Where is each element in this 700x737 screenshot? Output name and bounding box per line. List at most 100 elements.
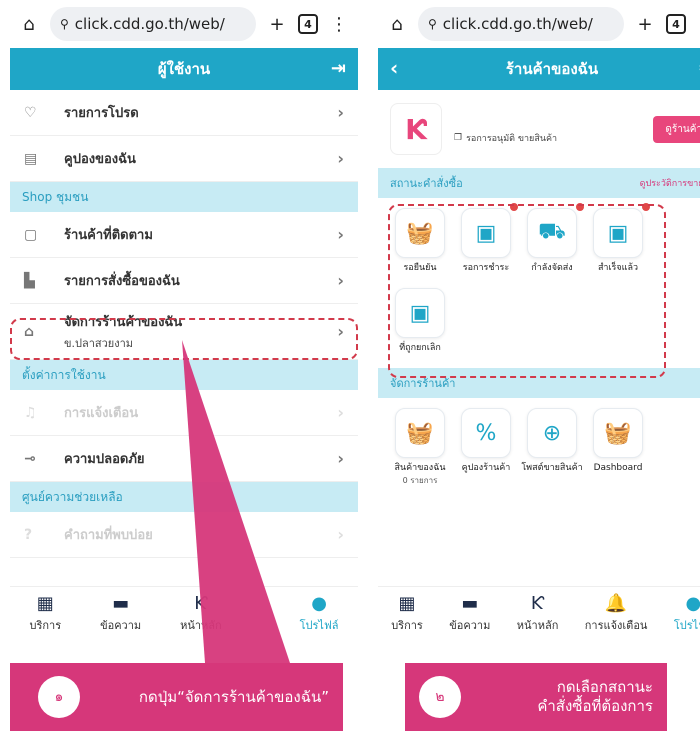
nav-services[interactable]: ▦ บริการ	[391, 593, 423, 634]
section-settings: ตั้งค่าการใช้งาน	[10, 360, 358, 390]
manage-tile-dashboard[interactable]: 🧺 Dashboard	[586, 408, 650, 487]
menu-label: คำถามที่พบบ่อย	[64, 528, 153, 543]
tune-icon[interactable]: ⚲	[428, 17, 437, 31]
menu-my-orders[interactable]: ▙ รายการสั่งซื้อของฉัน ›	[10, 258, 358, 304]
view-shop-button[interactable]: ดูร้านค้า	[653, 115, 700, 143]
highlight-order-status	[388, 204, 666, 378]
chevron-right-icon: ›	[337, 149, 344, 168]
chevron-right-icon: ›	[337, 525, 344, 544]
new-tab-icon[interactable]: +	[266, 13, 288, 35]
logout-icon[interactable]: ⇥	[331, 58, 346, 79]
shop-logo: Ƙ	[390, 103, 442, 155]
product-count: 0 รายการ	[402, 476, 438, 486]
highlight-manage-shop	[10, 318, 358, 360]
url-bar[interactable]: ⚲ click.cdd.go.th/web/	[50, 7, 256, 41]
chevron-right-icon: ›	[337, 449, 344, 468]
tile-label: คูปองร้านค้า	[461, 463, 511, 473]
page-title: ร้านค้าของฉัน	[505, 60, 599, 78]
basket-icon: 🧺	[395, 408, 445, 458]
app-header: ‹ ร้านค้าของฉัน ⚙	[378, 48, 700, 90]
bottom-nav: ▦ บริการ ▬ ข้อความ Ƙ หน้าหลัก 🔔 การแจ้งเตือน…	[378, 586, 700, 640]
nav-home[interactable]: Ƙ หน้าหลัก	[180, 593, 222, 634]
menu-label: ความปลอดภัย	[64, 452, 145, 467]
chevron-right-icon: ›	[337, 225, 344, 244]
logo-icon: Ƙ	[194, 593, 208, 614]
chat-icon: ▬	[461, 593, 479, 614]
section-shop: Shop ชุมชน	[10, 182, 358, 212]
menu-security[interactable]: ⊸ ความปลอดภัย ›	[10, 436, 358, 482]
bag-icon: ▢	[24, 226, 38, 243]
url-bar[interactable]: ⚲ click.cdd.go.th/web/	[418, 7, 624, 41]
manage-shop-grid: 🧺 สินค้าของฉัน 0 รายการ % คูปองร้านค้า ⊕…	[378, 398, 700, 495]
nav-profile[interactable]: ● โปรไฟล์	[674, 593, 700, 634]
menu-notifications[interactable]: ♫ การแจ้งเตือน ›	[10, 390, 358, 436]
section-title: สถานะคำสั่งซื้อ	[390, 177, 463, 190]
dashboard-icon: 🧺	[593, 408, 643, 458]
home-icon[interactable]: ⌂	[386, 13, 408, 35]
chevron-right-icon: ›	[337, 103, 344, 122]
url-text: click.cdd.go.th/web/	[74, 15, 225, 33]
back-icon[interactable]: ‹	[390, 56, 398, 80]
bell-icon: ♫	[24, 404, 37, 421]
section-help: ศูนย์ความช่วยเหลือ	[10, 482, 358, 512]
chevron-right-icon: ›	[337, 403, 344, 422]
more-icon[interactable]: ⋮	[696, 13, 700, 35]
tile-label: สินค้าของฉัน	[394, 463, 446, 473]
browser-bar: ⌂ ⚲ click.cdd.go.th/web/ + 4 ⋮	[10, 0, 358, 48]
nav-label: ข้อความ	[449, 619, 491, 632]
sales-history-link[interactable]: ดูประวัติการขาย >	[640, 176, 700, 190]
manage-tile-post-product[interactable]: ⊕ โพสต์ขายสินค้า	[520, 408, 584, 487]
nav-notifications[interactable]: 🔔 การแจ้งเตือน	[585, 593, 648, 634]
grid-icon: ▦	[398, 593, 416, 614]
menu-coupons[interactable]: ▤ คูปองของฉัน ›	[10, 136, 358, 182]
logo-icon: Ƙ	[530, 593, 545, 614]
nav-home[interactable]: Ƙ หน้าหลัก	[517, 593, 559, 634]
nav-label: การแจ้งเตือน	[584, 619, 648, 632]
coupon-icon: ▤	[24, 150, 38, 167]
chat-icon: ▬	[112, 593, 130, 614]
receipt-icon: ▙	[24, 272, 35, 289]
nav-services[interactable]: ▦ บริการ	[29, 593, 61, 634]
nav-label: โปรไฟล์	[673, 619, 700, 632]
nav-label: บริการ	[391, 619, 423, 632]
caption-step-2: ๒ กดเลือกสถานะ คำสั่งซื้อที่ต้องการ	[405, 663, 667, 731]
more-icon[interactable]: ⋮	[328, 13, 350, 35]
chevron-right-icon: ›	[337, 271, 344, 290]
shop-card: Ƙ ❐ รอการอนุมัติ ขายสินค้า ดูร้านค้า	[378, 90, 700, 168]
tile-label: โพสต์ขายสินค้า	[521, 463, 583, 473]
nav-label: หน้าหลัก	[180, 619, 222, 632]
nav-label: ข้อความ	[100, 619, 142, 632]
nav-label: โปรไฟล์	[299, 619, 339, 632]
shop-status: ❐ รอการอนุมัติ ขายสินค้า	[454, 131, 641, 145]
manage-tile-shop-coupons[interactable]: % คูปองร้านค้า	[454, 408, 518, 487]
menu-label: รายการโปรด	[64, 106, 139, 121]
tab-count-button[interactable]: 4	[666, 14, 686, 34]
tune-icon[interactable]: ⚲	[60, 17, 69, 31]
caption-step-1: ๑ กดปุ่ม“จัดการร้านค้าของฉัน”	[10, 663, 343, 731]
app-header: ผู้ใช้งาน ⇥	[10, 48, 358, 90]
heart-icon: ♡	[24, 104, 37, 121]
menu-followed-shops[interactable]: ▢ ร้านค้าที่ติดตาม ›	[10, 212, 358, 258]
user-icon: ●	[685, 593, 700, 614]
question-icon: ?	[24, 526, 33, 543]
new-tab-icon[interactable]: +	[634, 13, 656, 35]
nav-messages[interactable]: ▬ ข้อความ	[449, 593, 490, 634]
menu-label: ร้านค้าที่ติดตาม	[64, 228, 153, 243]
home-icon[interactable]: ⌂	[18, 13, 40, 35]
caption-text: กดเลือกสถานะ คำสั่งซื้อที่ต้องการ	[461, 678, 667, 717]
nav-messages[interactable]: ▬ ข้อความ	[100, 593, 141, 634]
copy-icon: ❐	[454, 133, 463, 143]
menu-faq[interactable]: ? คำถามที่พบบ่อย ›	[10, 512, 358, 558]
manage-tile-my-products[interactable]: 🧺 สินค้าของฉัน 0 รายการ	[388, 408, 452, 487]
menu-label: คูปองของฉัน	[64, 152, 136, 167]
menu-favorites[interactable]: ♡ รายการโปรด ›	[10, 90, 358, 136]
grid-icon: ▦	[36, 593, 54, 614]
tab-count-button[interactable]: 4	[298, 14, 318, 34]
section-order-status: สถานะคำสั่งซื้อ ดูประวัติการขาย >	[378, 168, 700, 198]
caption-line: กดเลือกสถานะ	[556, 677, 653, 696]
shop-status-text: รอการอนุมัติ ขายสินค้า	[466, 134, 558, 144]
url-text: click.cdd.go.th/web/	[442, 15, 593, 33]
nav-profile[interactable]: ● โปรไฟล์	[300, 593, 339, 634]
tile-label: Dashboard	[593, 463, 643, 473]
menu-label: การแจ้งเตือน	[64, 406, 139, 421]
